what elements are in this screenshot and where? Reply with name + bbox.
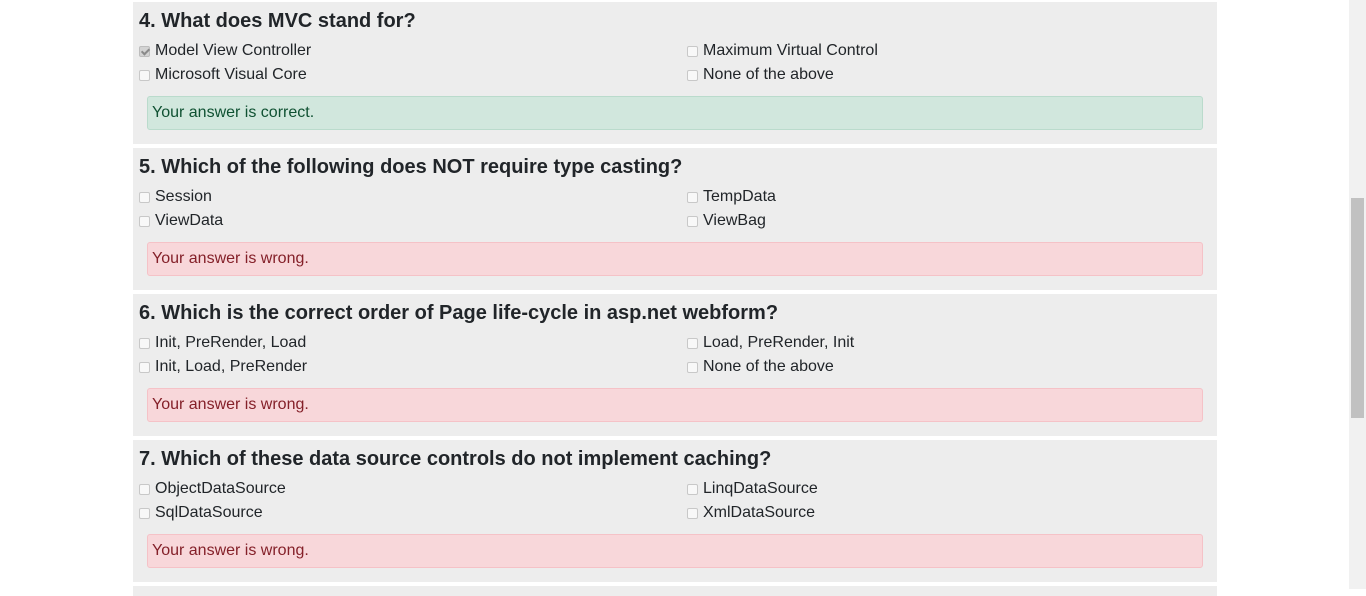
answer-label: ViewBag xyxy=(703,212,766,229)
answer-checkbox[interactable] xyxy=(687,483,698,495)
answer-checkbox[interactable] xyxy=(687,337,698,349)
question-card: 6. Which is the correct order of Page li… xyxy=(133,294,1217,436)
answer-option[interactable]: SqlDataSource xyxy=(139,504,687,522)
answer-label: TempData xyxy=(703,188,776,205)
answer-label: SqlDataSource xyxy=(155,504,263,521)
question-title: 6. Which is the correct order of Page li… xyxy=(139,302,779,324)
answer-option[interactable]: LinqDataSource xyxy=(687,480,1187,498)
result-alert-correct: Your answer is correct. xyxy=(147,96,1203,130)
answer-checkbox[interactable] xyxy=(687,215,698,227)
result-alert-wrong: Your answer is wrong. xyxy=(147,388,1203,422)
vertical-scrollbar[interactable] xyxy=(1349,0,1366,589)
answer-label: Session xyxy=(155,188,212,205)
answer-checkbox[interactable] xyxy=(687,361,698,373)
answer-checkbox[interactable] xyxy=(687,45,698,57)
answer-label: Maximum Virtual Control xyxy=(703,42,878,59)
answer-option[interactable]: Init, PreRender, Load xyxy=(139,334,687,352)
question-title: 5. Which of the following does NOT requi… xyxy=(139,156,683,178)
answer-option[interactable]: ViewData xyxy=(139,212,687,230)
question-card: 4. What does MVC stand for? Model View C… xyxy=(133,2,1217,144)
answer-option[interactable]: ViewBag xyxy=(687,212,1187,230)
answer-option[interactable]: ObjectDataSource xyxy=(139,480,687,498)
answer-label: None of the above xyxy=(703,66,834,83)
answer-option[interactable]: TempData xyxy=(687,188,1187,206)
answer-checkbox[interactable] xyxy=(139,337,150,349)
answer-label: ObjectDataSource xyxy=(155,480,286,497)
answer-label: Init, PreRender, Load xyxy=(155,334,307,351)
answer-label: LinqDataSource xyxy=(703,480,818,497)
next-question-card-partial xyxy=(133,586,1217,596)
result-alert-wrong: Your answer is wrong. xyxy=(147,242,1203,276)
question-card: 5. Which of the following does NOT requi… xyxy=(133,148,1217,290)
answer-option[interactable]: Maximum Virtual Control xyxy=(687,42,1187,60)
answer-checkbox[interactable] xyxy=(139,215,150,227)
answer-checkbox[interactable] xyxy=(139,483,150,495)
answer-label: Load, PreRender, Init xyxy=(703,334,855,351)
scrollbar-thumb[interactable] xyxy=(1351,198,1364,418)
answer-option[interactable]: None of the above xyxy=(687,66,1187,84)
answer-option[interactable]: Init, Load, PreRender xyxy=(139,358,687,376)
question-title: 7. Which of these data source controls d… xyxy=(139,448,772,470)
answer-option[interactable]: None of the above xyxy=(687,358,1187,376)
answer-label: Model View Controller xyxy=(155,42,312,59)
answer-option[interactable]: Session xyxy=(139,188,687,206)
answer-checkbox[interactable] xyxy=(139,191,150,203)
answer-checkbox[interactable] xyxy=(687,69,698,81)
answer-checkbox[interactable] xyxy=(687,191,698,203)
answer-checkbox[interactable] xyxy=(139,361,150,373)
answer-checkbox[interactable] xyxy=(687,507,698,519)
answer-options: Init, PreRender, Load Load, PreRender, I… xyxy=(139,334,1203,376)
question-card: 7. Which of these data source controls d… xyxy=(133,440,1217,582)
answer-label: Microsoft Visual Core xyxy=(155,66,307,83)
answer-options: Session TempData ViewData ViewBag xyxy=(139,188,1203,230)
result-alert-wrong: Your answer is wrong. xyxy=(147,534,1203,568)
answer-checkbox[interactable] xyxy=(139,507,150,519)
answer-option[interactable]: XmlDataSource xyxy=(687,504,1187,522)
answer-option[interactable]: Model View Controller xyxy=(139,42,687,60)
answer-label: XmlDataSource xyxy=(703,504,816,521)
answer-options: Model View Controller Maximum Virtual Co… xyxy=(139,42,1203,84)
question-title: 4. What does MVC stand for? xyxy=(139,10,416,32)
answer-options: ObjectDataSource LinqDataSource SqlDataS… xyxy=(139,480,1203,522)
answer-checkbox[interactable] xyxy=(139,69,150,81)
answer-label: ViewData xyxy=(155,212,224,229)
answer-option[interactable]: Microsoft Visual Core xyxy=(139,66,687,84)
answer-checkbox[interactable] xyxy=(139,45,150,57)
answer-label: None of the above xyxy=(703,358,834,375)
answer-option[interactable]: Load, PreRender, Init xyxy=(687,334,1187,352)
quiz-container: 4. What does MVC stand for? Model View C… xyxy=(133,2,1217,596)
answer-label: Init, Load, PreRender xyxy=(155,358,308,375)
